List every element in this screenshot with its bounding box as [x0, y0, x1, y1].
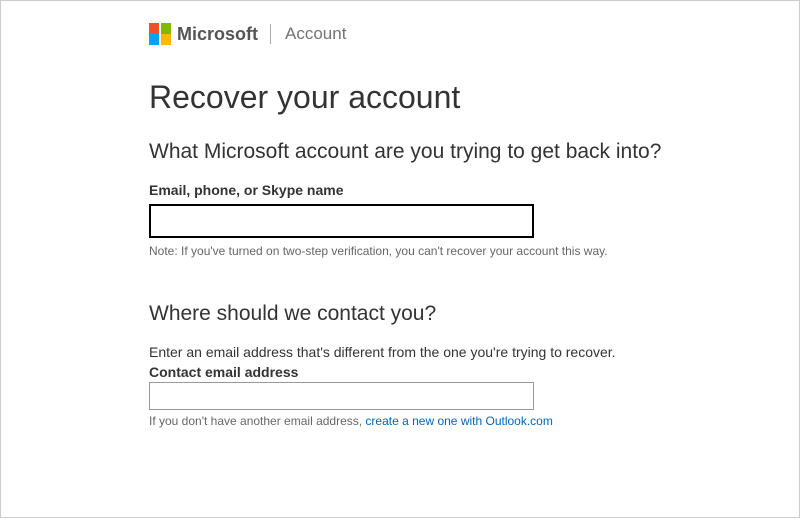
contact-help-text: Enter an email address that's different … [149, 344, 749, 360]
contact-question: Where should we contact you? [149, 302, 749, 326]
no-email-prefix: If you don't have another email address, [149, 414, 365, 428]
identifier-question: What Microsoft account are you trying to… [149, 140, 749, 164]
two-step-note: Note: If you've turned on two-step verif… [149, 244, 749, 258]
identifier-label: Email, phone, or Skype name [149, 182, 749, 198]
brand-name: Microsoft [177, 24, 258, 45]
page-header: Microsoft Account [149, 23, 749, 45]
page-title: Recover your account [149, 79, 749, 116]
contact-email-input[interactable] [149, 382, 534, 410]
microsoft-logo-icon [149, 23, 171, 45]
section-name: Account [285, 24, 346, 44]
no-email-row: If you don't have another email address,… [149, 414, 749, 428]
contact-label: Contact email address [149, 364, 749, 380]
create-outlook-link[interactable]: create a new one with Outlook.com [365, 414, 552, 428]
identifier-input[interactable] [149, 204, 534, 238]
header-divider [270, 24, 271, 44]
